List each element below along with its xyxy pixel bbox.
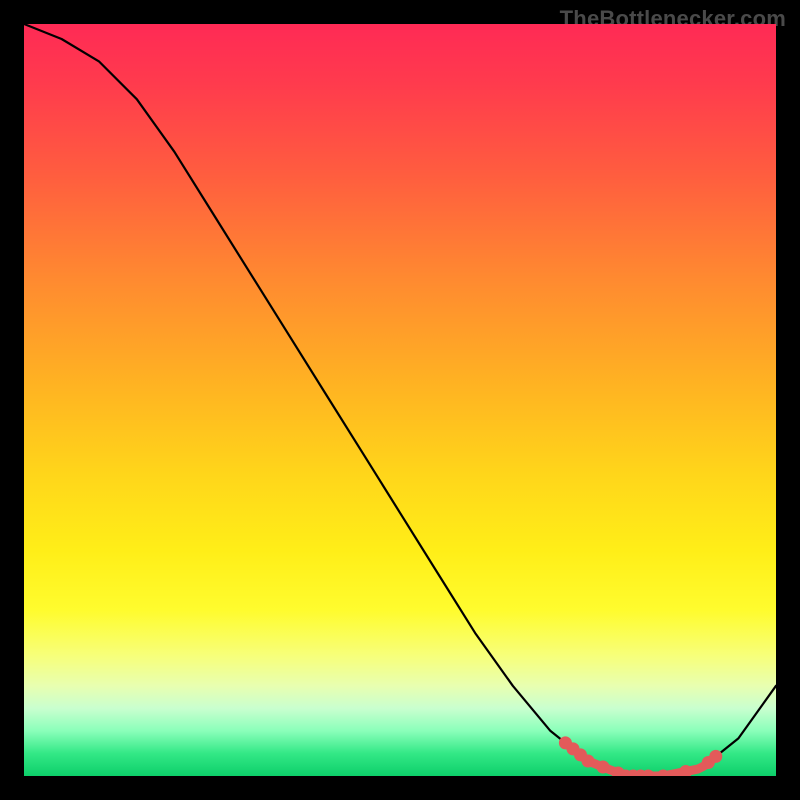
bottleneck-curve-path: [24, 24, 776, 776]
highlight-point: [709, 750, 722, 763]
curve-layer: [24, 24, 776, 776]
highlight-group: [559, 736, 722, 776]
chart-frame: TheBottlenecker.com: [0, 0, 800, 800]
highlight-point: [582, 755, 595, 768]
plot-area: [24, 24, 776, 776]
highlight-point: [597, 761, 610, 774]
highlight-point: [657, 770, 670, 777]
